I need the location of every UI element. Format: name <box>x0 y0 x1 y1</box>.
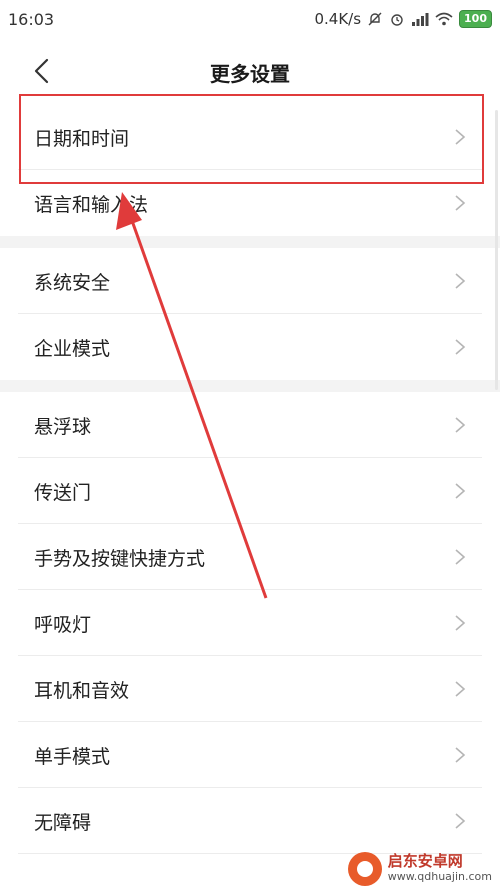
setting-label: 单手模式 <box>34 745 111 768</box>
setting-language-input[interactable]: 语言和输入法 <box>0 170 500 236</box>
setting-label: 无障碍 <box>34 811 92 834</box>
page-title: 更多设置 <box>210 62 290 86</box>
setting-floating-ball[interactable]: 悬浮球 <box>0 392 500 458</box>
mute-bell-icon <box>368 12 382 26</box>
chevron-right-icon <box>455 195 466 211</box>
status-time: 16:03 <box>8 9 55 29</box>
setting-system-security[interactable]: 系统安全 <box>0 248 500 314</box>
group-divider <box>0 236 500 248</box>
chevron-right-icon <box>455 813 466 829</box>
settings-list: 日期和时间 语言和输入法 系统安全 企业模式 悬浮球 传送门 手势及按键快捷方式… <box>0 104 500 854</box>
watermark-name: 启东安卓网 <box>387 852 463 870</box>
watermark: 启东安卓网 www.qdhuajin.com <box>347 852 492 886</box>
setting-label: 悬浮球 <box>34 415 92 438</box>
chevron-right-icon <box>455 339 466 355</box>
setting-gesture-shortcuts[interactable]: 手势及按键快捷方式 <box>0 524 500 590</box>
setting-label: 传送门 <box>34 481 92 504</box>
title-bar: 更多设置 <box>0 38 500 102</box>
battery-indicator: 100 <box>459 10 492 28</box>
group-divider <box>0 380 500 392</box>
signal-icon <box>412 13 429 26</box>
setting-portal[interactable]: 传送门 <box>0 458 500 524</box>
chevron-right-icon <box>455 273 466 289</box>
chevron-right-icon <box>455 417 466 433</box>
chevron-right-icon <box>455 681 466 697</box>
setting-one-handed-mode[interactable]: 单手模式 <box>0 722 500 788</box>
setting-accessibility[interactable]: 无障碍 <box>0 788 500 854</box>
alarm-icon <box>391 14 403 26</box>
status-bar: 16:03 0.4K/s 100 <box>0 0 500 38</box>
setting-label: 日期和时间 <box>34 127 130 150</box>
watermark-logo-icon <box>347 852 382 886</box>
chevron-right-icon <box>455 129 466 145</box>
setting-label: 语言和输入法 <box>34 193 149 216</box>
setting-headphones-audio[interactable]: 耳机和音效 <box>0 656 500 722</box>
setting-label: 手势及按键快捷方式 <box>34 547 206 570</box>
setting-label: 企业模式 <box>34 337 111 360</box>
watermark-text: 启东安卓网 www.qdhuajin.com <box>388 854 492 884</box>
watermark-url: www.qdhuajin.com <box>387 870 492 883</box>
setting-breathing-light[interactable]: 呼吸灯 <box>0 590 500 656</box>
scrollbar[interactable] <box>495 110 498 390</box>
network-speed: 0.4K/s <box>314 10 362 28</box>
chevron-right-icon <box>455 483 466 499</box>
setting-enterprise-mode[interactable]: 企业模式 <box>0 314 500 380</box>
setting-label: 呼吸灯 <box>34 613 92 636</box>
chevron-right-icon <box>455 549 466 565</box>
setting-label: 系统安全 <box>34 271 111 294</box>
chevron-right-icon <box>455 615 466 631</box>
setting-label: 耳机和音效 <box>34 679 130 702</box>
status-icons: 0.4K/s 100 <box>314 10 492 28</box>
chevron-right-icon <box>455 747 466 763</box>
setting-date-time[interactable]: 日期和时间 <box>0 104 500 170</box>
wifi-icon <box>435 12 453 26</box>
